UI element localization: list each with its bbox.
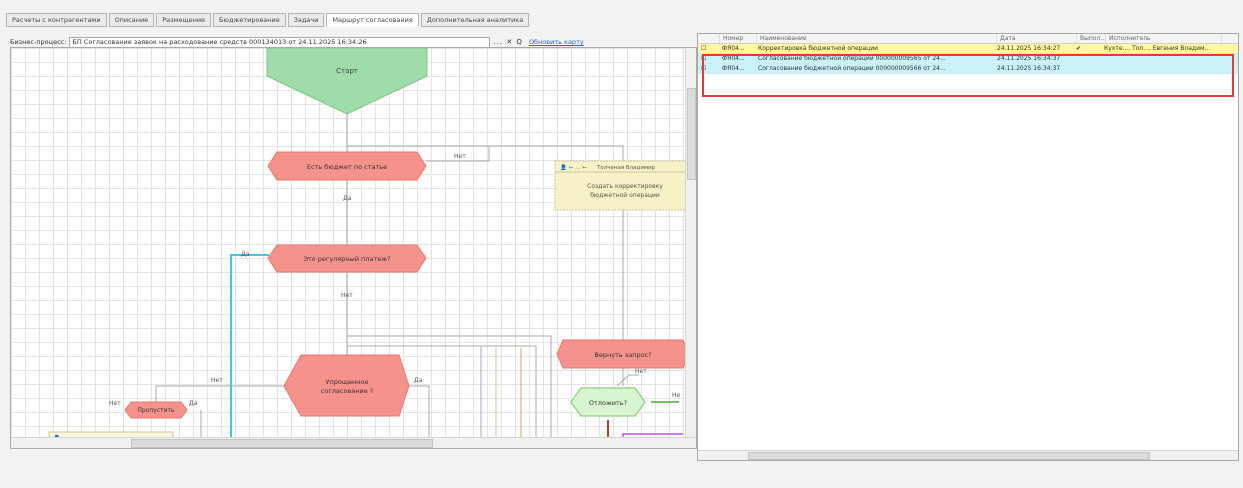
tab-placement[interactable]: Размещение: [156, 13, 212, 27]
map-vertical-scrollbar[interactable]: [685, 48, 696, 438]
tab-budgeting[interactable]: Бюджетирование: [213, 13, 286, 27]
task-text-2: бюджетной операции: [590, 192, 660, 199]
budget-check-yes-label: Да: [343, 195, 352, 202]
map-horizontal-scroll-thumb[interactable]: [131, 439, 433, 448]
table-row[interactable]: ☐ ФЯ04... Корректировка бюджетной операц…: [698, 44, 1238, 54]
task-text-1: Создать корректировку: [587, 183, 663, 190]
table-horizontal-scroll-thumb[interactable]: [748, 452, 1150, 460]
return-request-label: Вернуть запрос?: [594, 351, 651, 359]
recurring-payment-label: Это регулярный платеж?: [303, 255, 390, 263]
selection-highlight: [702, 54, 1234, 97]
task-name: Корректировка бюджетной операции: [758, 45, 879, 52]
return-request-node[interactable]: Вернуть запрос?: [556, 339, 690, 369]
task-executor: Кухте..., Тол..., Евгения Владим...: [1104, 45, 1211, 52]
business-process-label: Бизнес-процесс:: [10, 38, 67, 46]
table-horizontal-scrollbar[interactable]: [698, 450, 1238, 460]
postpone-no-label: Не: [672, 392, 681, 399]
tab-counterparties[interactable]: Расчеты с контрагентами: [6, 13, 107, 27]
return-no-label: Нет: [635, 368, 647, 375]
skip-yes-label: Да: [189, 400, 198, 407]
simplified-approval-label-2: согласование ?: [321, 387, 373, 395]
process-map-diagram: Старт Есть бюджет по статье Нет Да 👤 ← ……: [48, 48, 696, 448]
map-horizontal-scrollbar[interactable]: [11, 437, 696, 448]
budget-check-label: Есть бюджет по статье: [307, 163, 387, 171]
tasks-table: Номер Наименование Дата Выпол... Исполни…: [697, 33, 1239, 461]
business-process-field[interactable]: БП Согласование заявок на расходование с…: [69, 36, 491, 48]
map-vertical-scroll-thumb[interactable]: [687, 88, 696, 180]
budget-check-no-label: Нет: [454, 153, 466, 160]
user-icon: 👤 ← … ←: [560, 164, 587, 171]
postpone-node[interactable]: Отложить?: [570, 387, 646, 417]
correction-task-node[interactable]: 👤 ← … ← Толченая Владимир Создать коррек…: [554, 160, 696, 211]
process-map[interactable]: Старт Есть бюджет по статье Нет Да 👤 ← ……: [10, 47, 697, 449]
col-name[interactable]: Наименование: [757, 34, 997, 43]
tab-description[interactable]: Описание: [108, 13, 155, 27]
start-label: Старт: [336, 67, 358, 75]
tab-approval-route[interactable]: Маршрут согласования: [326, 13, 419, 27]
col-date[interactable]: Дата: [997, 34, 1077, 43]
refresh-map-link[interactable]: Обновить карту: [529, 38, 584, 46]
skip-label: Пропустить: [137, 407, 175, 414]
tab-tasks[interactable]: Задачи: [287, 13, 325, 27]
col-icon[interactable]: [698, 34, 720, 43]
field-action-buttons[interactable]: ... ✕ Q: [493, 38, 523, 46]
tab-bar: Расчеты с контрагентами Описание Размеще…: [6, 13, 531, 27]
simplified-yes-label: Да: [414, 377, 423, 384]
tab-extra-analytics[interactable]: Дополнительная аналитика: [420, 13, 530, 27]
col-executor[interactable]: Исполнитель: [1106, 34, 1222, 43]
task-done-check: ✔: [1076, 45, 1082, 52]
skip-no-label: Нет: [109, 400, 121, 407]
simplified-approval-node[interactable]: Упрощенное согласование ?: [283, 354, 410, 417]
start-node[interactable]: Старт: [266, 48, 428, 115]
task-executor: Толченая Владимир: [596, 165, 656, 171]
tasks-table-header: Номер Наименование Дата Выпол... Исполни…: [698, 34, 1238, 44]
budget-check-node[interactable]: Есть бюджет по статье: [267, 151, 427, 181]
recurring-payment-node[interactable]: Это регулярный платеж?: [267, 244, 427, 273]
simplified-no-label: Нет: [211, 377, 223, 384]
recurring-no-label: Нет: [341, 292, 353, 299]
task-icon: ☐: [701, 45, 707, 52]
task-date: 24.11.2025 16:34:27: [997, 45, 1061, 52]
skip-node[interactable]: Пропустить: [124, 401, 188, 419]
col-number[interactable]: Номер: [720, 34, 757, 43]
recurring-yes-label: Да: [241, 251, 250, 258]
postpone-label: Отложить?: [589, 399, 627, 407]
task-number: ФЯ04...: [722, 45, 745, 52]
simplified-approval-label-1: Упрощенное: [326, 378, 369, 386]
col-done[interactable]: Выпол...: [1077, 34, 1106, 43]
